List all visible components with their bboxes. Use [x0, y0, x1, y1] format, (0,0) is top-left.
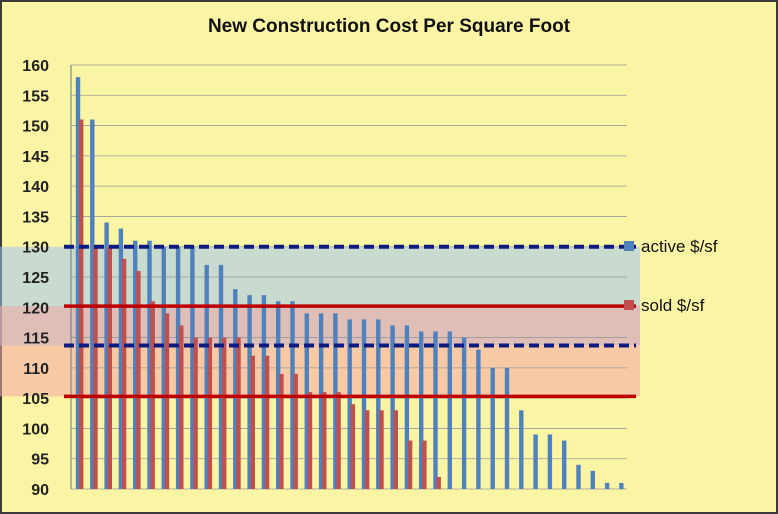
active-bar	[461, 337, 467, 489]
y-tick-label: 115	[23, 331, 49, 348]
y-tick-label: 140	[22, 179, 49, 196]
y-tick-label: 135	[22, 209, 49, 226]
sold-bar	[179, 325, 184, 489]
legend-label-active: active $/sf	[641, 237, 718, 256]
y-tick-label: 95	[31, 452, 49, 469]
sold-bar	[293, 373, 298, 489]
sold-bar	[222, 337, 227, 489]
sold-bar	[164, 313, 170, 489]
sold-bar	[136, 270, 141, 489]
sold-bar	[350, 404, 356, 489]
active-bar	[533, 434, 538, 489]
y-tick-label: 125	[22, 270, 49, 287]
sold-bar	[279, 373, 284, 489]
sold-bar	[393, 410, 398, 489]
sold-bar	[322, 392, 327, 489]
active-bar	[619, 482, 624, 489]
sold-bar	[264, 355, 270, 489]
y-tick-label: 130	[22, 240, 49, 257]
sold-bar	[422, 440, 427, 489]
active-bar	[519, 410, 524, 489]
sold-bar	[250, 355, 255, 489]
sold-bar	[436, 476, 441, 489]
chart: 160 155 150 145 140 135 130 125 120 115 110 105 100 9…	[0, 58, 718, 499]
sold-bar	[379, 410, 384, 489]
sold-bar	[93, 246, 98, 489]
legend-swatch-sold	[624, 300, 634, 310]
sold-bar	[79, 119, 84, 489]
y-tick-label: 155	[22, 88, 49, 105]
legend-swatch-active	[624, 241, 634, 251]
legend-label-sold: sold $/sf	[641, 296, 705, 315]
active-bar	[433, 331, 438, 489]
active-bar	[590, 470, 595, 489]
active-bar	[576, 464, 581, 489]
y-tick-label: 100	[22, 421, 49, 438]
y-tick-label: 105	[22, 391, 49, 408]
y-tick-label: 90	[31, 482, 49, 499]
sold-bar	[365, 410, 370, 489]
y-tick-label: 120	[22, 300, 49, 317]
active-bar	[547, 434, 553, 489]
active-bar	[562, 440, 567, 489]
y-axis-ticks: 160 155 150 145 140 135 130 125 120 115 110 105 100 9…	[22, 58, 49, 499]
y-tick-label: 150	[22, 119, 49, 136]
sold-bar	[307, 392, 313, 489]
active-bar	[604, 482, 610, 489]
sold-bar	[121, 258, 127, 489]
y-tick-label: 160	[22, 58, 49, 75]
active-bar	[476, 349, 481, 489]
active-bar	[504, 367, 510, 489]
active-bar	[447, 331, 452, 489]
sold-bar	[407, 440, 413, 489]
sold-bar	[207, 337, 213, 489]
sold-bar	[193, 337, 198, 489]
sold-bar	[236, 337, 241, 489]
active-bar	[490, 367, 495, 489]
sold-bar	[336, 392, 341, 489]
y-tick-label: 145	[22, 149, 49, 166]
sold-bar	[107, 246, 112, 489]
y-tick-label: 110	[23, 361, 49, 378]
